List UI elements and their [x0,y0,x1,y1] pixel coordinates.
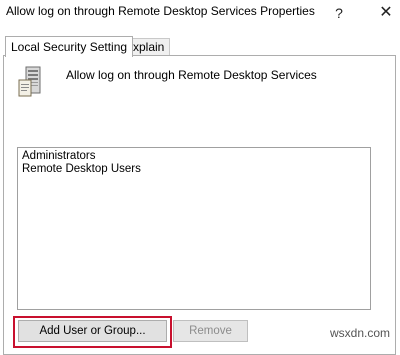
policy-name: Allow log on through Remote Desktop Serv… [66,68,317,82]
list-item[interactable]: Remote Desktop Users [22,163,141,175]
window-title: Allow log on through Remote Desktop Serv… [6,4,315,18]
tab-local-security-setting[interactable]: Local Security Setting [5,36,134,57]
members-listbox[interactable]: Administrators Remote Desktop Users [17,147,371,310]
title-bar: Allow log on through Remote Desktop Serv… [0,0,400,26]
close-button[interactable]: ✕ [374,2,398,24]
list-item[interactable]: Administrators [22,150,96,162]
help-button[interactable]: ? [328,2,350,24]
remove-button[interactable]: Remove [173,320,248,342]
watermark: wsxdn.com [330,326,391,340]
highlight-box [13,316,172,348]
server-policy-icon [17,66,47,101]
